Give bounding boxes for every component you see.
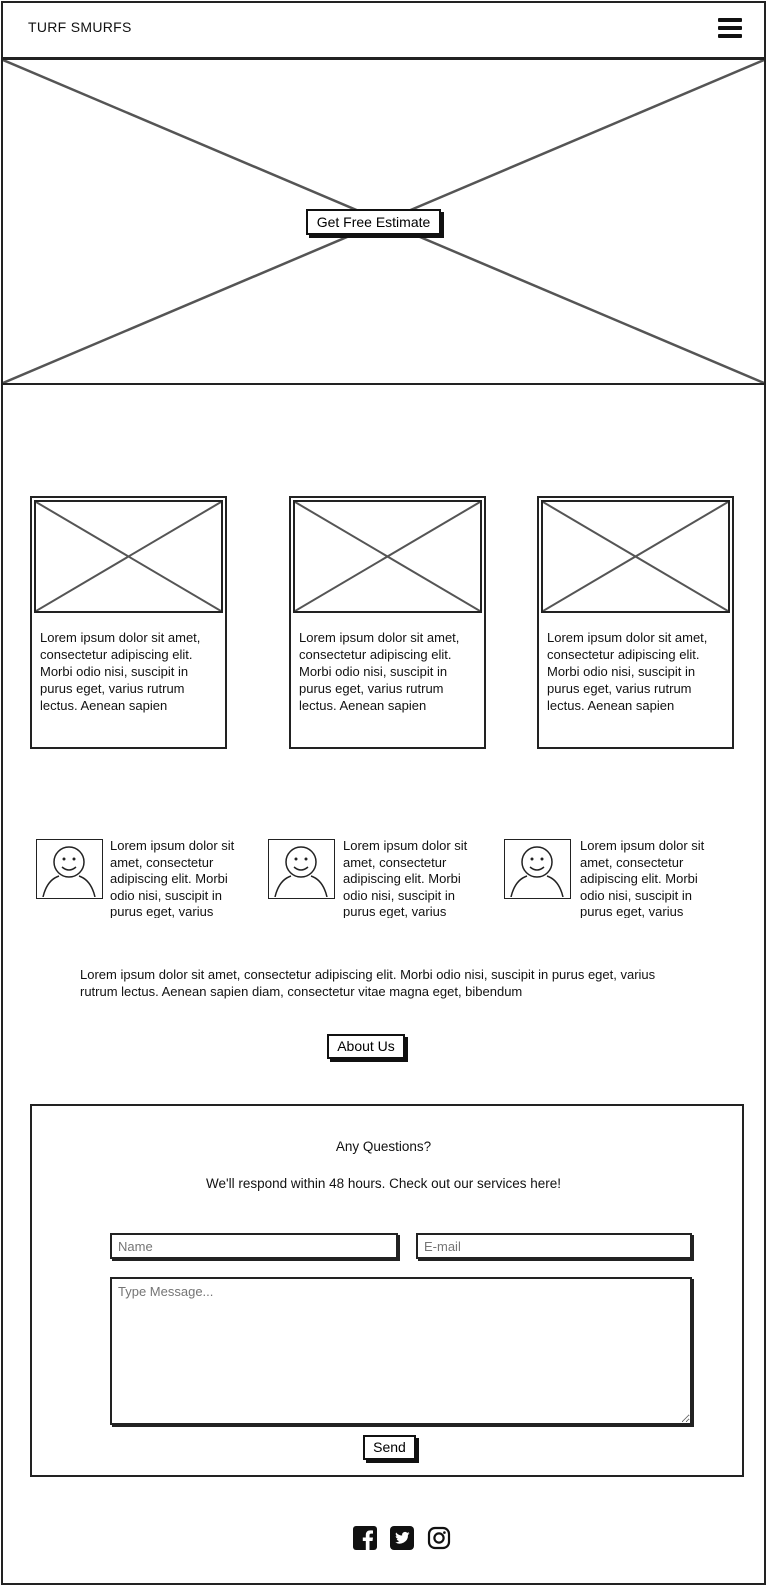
site-brand[interactable]: TURF SMURFS — [28, 19, 132, 35]
contact-subtitle: We'll respond within 48 hours. Check out… — [205, 1176, 561, 1191]
testimonial-text: Lorem ipsum dolor sit amet, consectetur … — [580, 838, 705, 918]
email-field[interactable] — [416, 1233, 692, 1259]
message-textarea[interactable] — [110, 1277, 692, 1425]
name-field[interactable] — [110, 1233, 398, 1259]
card-text: Lorem ipsum dolor sit amet, consectetur … — [40, 630, 201, 713]
instagram-icon[interactable] — [427, 1526, 451, 1550]
facebook-icon[interactable] — [353, 1526, 377, 1550]
service-card[interactable]: Lorem ipsum dolor sit amet, consectetur … — [537, 496, 734, 749]
service-card[interactable]: Lorem ipsum dolor sit amet, consectetur … — [289, 496, 486, 749]
user-avatar-icon — [504, 839, 571, 899]
contact-title: Any Questions? — [335, 1139, 432, 1154]
card-text: Lorem ipsum dolor sit amet, consectetur … — [547, 630, 708, 713]
send-button[interactable]: Send — [363, 1435, 416, 1460]
testimonial-text: Lorem ipsum dolor sit amet, consectetur … — [343, 838, 468, 918]
image-placeholder-icon — [293, 500, 482, 613]
card-text: Lorem ipsum dolor sit amet, consectetur … — [299, 630, 460, 713]
image-placeholder-icon — [541, 500, 730, 613]
about-paragraph: Lorem ipsum dolor sit amet, consectetur … — [80, 967, 656, 999]
hamburger-menu-icon[interactable] — [718, 18, 742, 38]
twitter-icon[interactable] — [390, 1526, 414, 1550]
about-us-button[interactable]: About Us — [327, 1034, 405, 1059]
get-free-estimate-button[interactable]: Get Free Estimate — [306, 209, 441, 235]
image-placeholder-icon — [34, 500, 223, 613]
user-avatar-icon — [36, 839, 103, 899]
service-card[interactable]: Lorem ipsum dolor sit amet, consectetur … — [30, 496, 227, 749]
user-avatar-icon — [268, 839, 335, 899]
testimonial-text: Lorem ipsum dolor sit amet, consectetur … — [110, 838, 235, 918]
